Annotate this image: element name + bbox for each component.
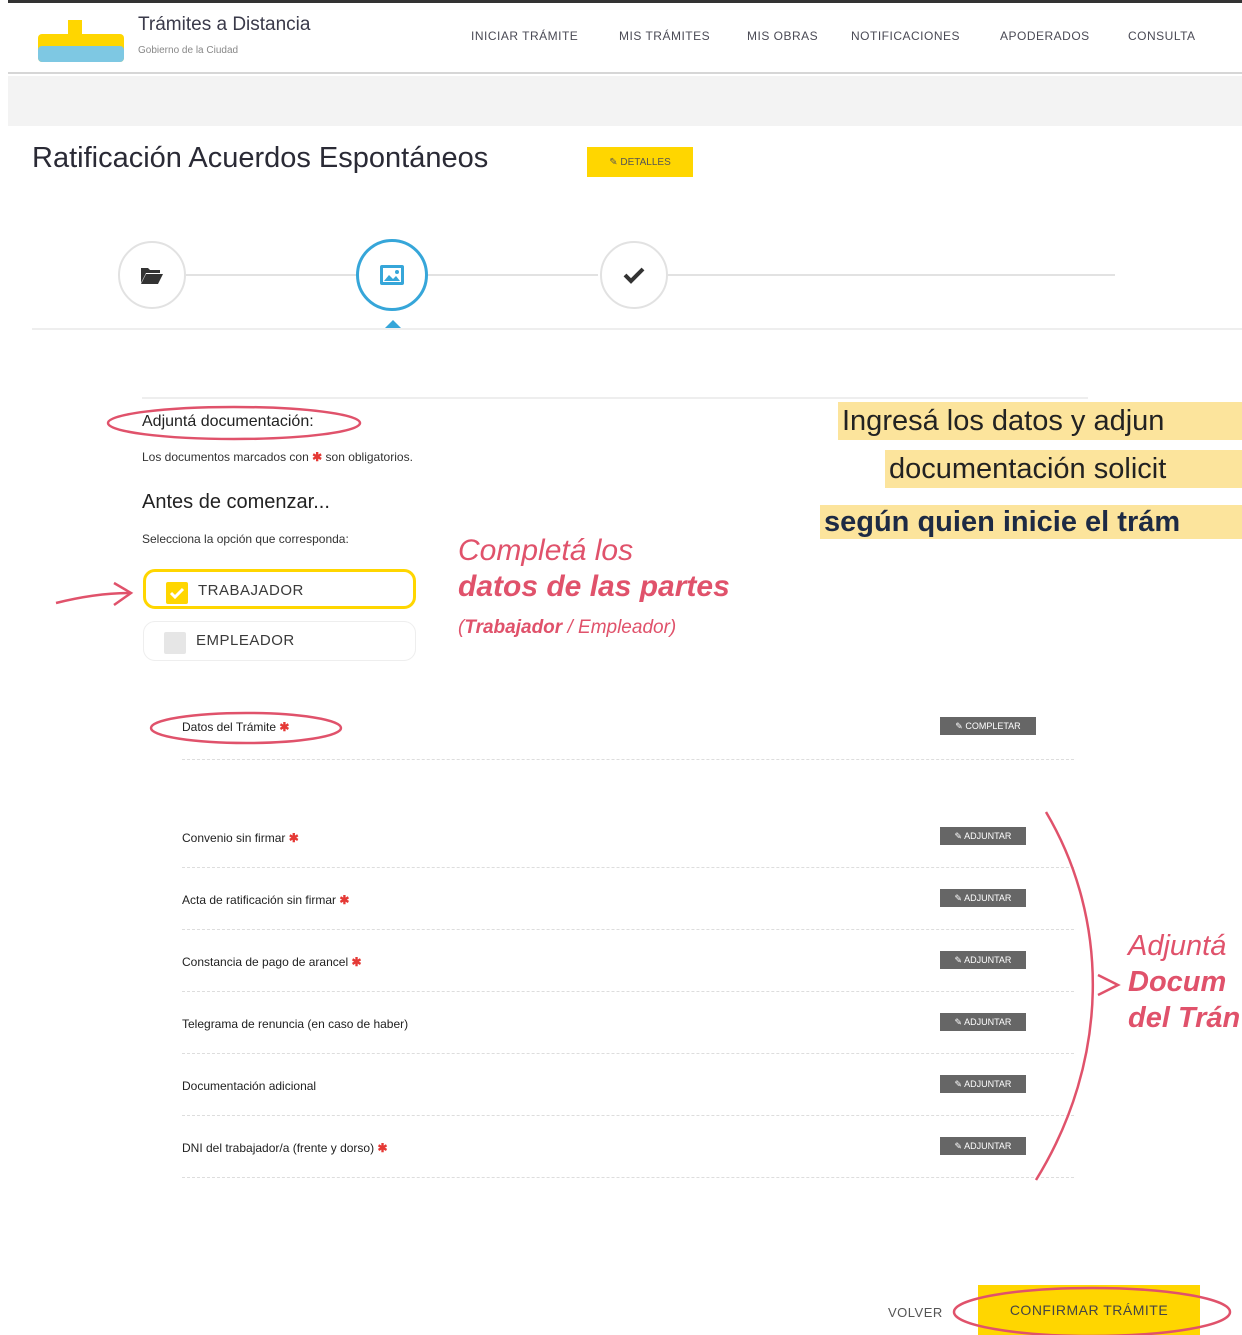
document-label-text: Convenio sin firmar [182, 831, 286, 845]
nav-mis-tramites[interactable]: MIS TRÁMITES [619, 29, 710, 43]
brand-title: Trámites a Distancia [138, 14, 311, 35]
parties-bold: Trabajador [464, 617, 563, 638]
attach-note-prefix: Los documentos marcados con [142, 450, 309, 464]
nav-consulta[interactable]: CONSULTA [1128, 29, 1196, 43]
select-prompt: Selecciona la opción que corresponda: [142, 532, 349, 546]
required-asterisk-icon: ✱ [351, 955, 362, 969]
step-attachments[interactable] [356, 239, 428, 311]
complete-button[interactable]: ✎ COMPLETAR [940, 717, 1036, 735]
document-label: DNI del trabajador/a (frente y dorso) ✱ [182, 1141, 388, 1155]
docs-annotation-line2: Docum [1128, 966, 1227, 998]
confirm-button[interactable]: CONFIRMAR TRÁMITE [978, 1285, 1200, 1335]
image-icon [380, 265, 404, 285]
nav-apoderados[interactable]: APODERADOS [1000, 29, 1090, 43]
row-divider [182, 991, 1074, 992]
sub-header-bar [8, 76, 1242, 126]
attach-button[interactable]: ✎ ADJUNTAR [940, 827, 1026, 845]
intro-highlight-line: documentación solicit [885, 450, 1242, 488]
attach-button[interactable]: ✎ ADJUNTAR [940, 1137, 1026, 1155]
check-icon [623, 267, 645, 284]
attach-button[interactable]: ✎ ADJUNTAR [940, 1013, 1026, 1031]
attach-note-suffix: son obligatorios. [325, 450, 413, 464]
folder-open-icon [141, 268, 163, 284]
required-asterisk-icon: ✱ [312, 450, 323, 464]
nav-mis-obras[interactable]: MIS OBRAS [747, 29, 818, 43]
step-connector [186, 274, 356, 276]
parties-annotation-line2: datos de las partes [458, 570, 730, 603]
document-label-text: Constancia de pago de arancel [182, 955, 349, 969]
nav-iniciar-tramite[interactable]: INICIAR TRÁMITE [471, 29, 578, 43]
section-divider [32, 328, 1242, 330]
checkbox-unchecked-icon[interactable] [164, 632, 186, 654]
before-start-title: Antes de comenzar... [142, 491, 330, 513]
docs-annotation-line3: del Trán [1128, 1002, 1241, 1034]
document-label: Documentación adicional [182, 1079, 316, 1093]
section-divider [142, 397, 1088, 399]
attach-note: Los documentos marcados con ✱ son obliga… [142, 450, 413, 464]
required-asterisk-icon: ✱ [288, 831, 299, 845]
back-button[interactable]: VOLVER [888, 1305, 943, 1320]
step-documents[interactable] [118, 241, 186, 309]
row-divider [182, 1115, 1074, 1116]
row-divider [182, 1053, 1074, 1054]
attach-button[interactable]: ✎ ADJUNTAR [940, 951, 1026, 969]
step-connector [428, 274, 598, 276]
page-title: Ratificación Acuerdos Espontáneos [32, 142, 489, 174]
tramite-data-label: Datos del Trámite ✱ [182, 720, 289, 734]
intro-highlight-line: Ingresá los datos y adjun [838, 402, 1242, 440]
required-asterisk-icon: ✱ [279, 720, 290, 734]
arrowhead [113, 581, 134, 607]
option-empleador[interactable]: EMPLEADOR [143, 621, 416, 661]
option-trabajador[interactable]: TRABAJADOR [143, 569, 416, 609]
parties-rest: / Empleador) [562, 617, 677, 638]
ba-logo[interactable] [38, 20, 124, 62]
document-label-text: DNI del trabajador/a (frente y dorso) [182, 1141, 375, 1155]
checkbox-checked-icon[interactable] [166, 582, 188, 604]
row-divider [182, 867, 1074, 868]
document-label: Acta de ratificación sin firmar ✱ [182, 893, 349, 907]
attach-button[interactable]: ✎ ADJUNTAR [940, 1075, 1026, 1093]
required-asterisk-icon: ✱ [339, 893, 350, 907]
document-label-text: Telegrama de renuncia (en caso de haber) [182, 1017, 409, 1031]
tramite-data-text: Datos del Trámite [182, 720, 277, 734]
document-label: Telegrama de renuncia (en caso de haber) [182, 1017, 408, 1031]
arrow-right-icon [55, 591, 131, 605]
docs-annotation-line1: Adjuntá [1128, 930, 1227, 962]
nav-notificaciones[interactable]: NOTIFICACIONES [851, 29, 960, 43]
details-button[interactable]: ✎ DETALLES [587, 147, 693, 177]
parties-annotation-line1: Completá los [458, 534, 634, 567]
required-asterisk-icon: ✱ [377, 1141, 388, 1155]
row-divider [182, 929, 1074, 930]
row-divider [182, 1177, 1074, 1178]
document-label: Convenio sin firmar ✱ [182, 831, 299, 845]
row-divider [182, 759, 1074, 760]
document-label-text: Acta de ratificación sin firmar [182, 893, 337, 907]
document-label: Constancia de pago de arancel ✱ [182, 955, 362, 969]
option-label: TRABAJADOR [198, 582, 304, 599]
attach-button[interactable]: ✎ ADJUNTAR [940, 889, 1026, 907]
parties-annotation-line3: (Trabajador / Empleador) [458, 617, 676, 639]
annotation-overlay [55, 405, 1232, 1335]
attach-title: Adjuntá documentación: [142, 413, 314, 430]
intro-highlight-line: según quien inicie el trám [820, 505, 1242, 539]
document-label-text: Documentación adicional [182, 1079, 317, 1093]
step-confirm[interactable] [600, 241, 668, 309]
chevron-right-icon [1097, 973, 1121, 997]
option-label: EMPLEADOR [196, 632, 295, 649]
step-connector [668, 274, 1115, 276]
brand-subtitle: Gobierno de la Ciudad [138, 45, 239, 56]
